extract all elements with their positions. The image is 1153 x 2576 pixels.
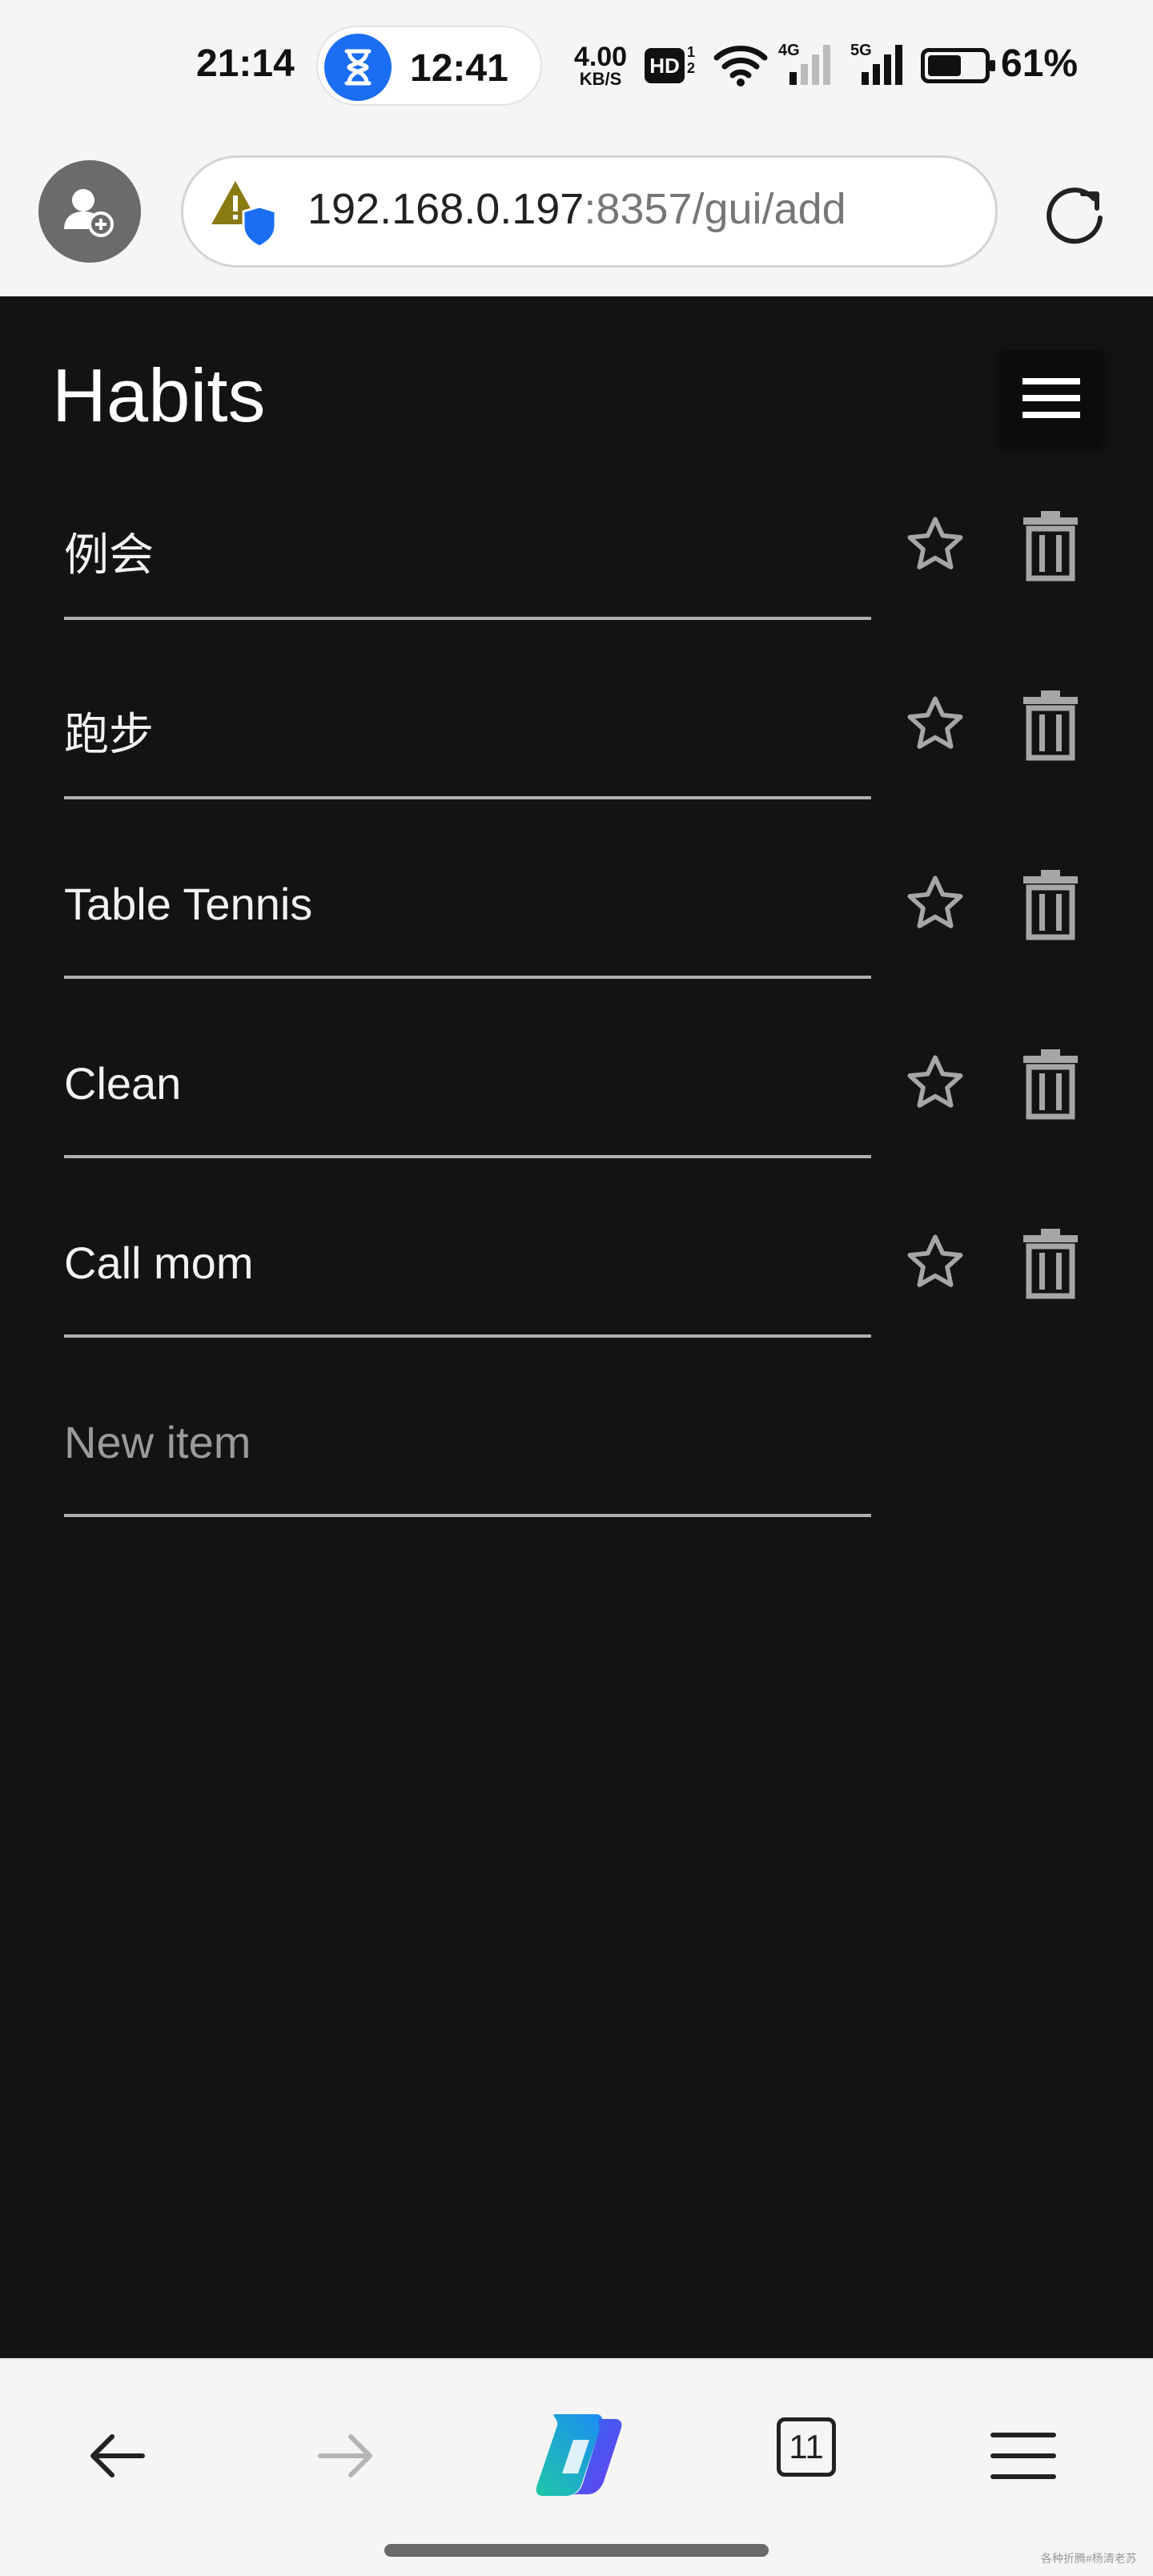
- watermark: 各种折腾#杨清老苏: [1041, 2552, 1137, 2565]
- new-item-input[interactable]: New item: [64, 1378, 871, 1517]
- star-icon: [907, 1055, 963, 1108]
- reload-button[interactable]: [1036, 176, 1113, 253]
- habit-label: 例会: [64, 529, 154, 580]
- hd-sim-top: 1: [687, 44, 696, 60]
- signal-sim1-icon: 4G: [777, 42, 833, 92]
- new-item-row: New item: [0, 1378, 1153, 1557]
- arrow-left-icon: [90, 2434, 145, 2477]
- copilot-button[interactable]: [525, 2408, 622, 2504]
- status-bar: 21:14 12:41 4.00 KB/S HD 1 2 4G 5G 61%: [0, 0, 1153, 136]
- habit-label: Call mom: [64, 1238, 254, 1288]
- page-title: Habits: [52, 353, 266, 437]
- favorite-button[interactable]: [903, 692, 967, 756]
- delete-button[interactable]: [1022, 509, 1079, 582]
- home-indicator[interactable]: [384, 2544, 769, 2557]
- signal-sim2-icon: 5G: [849, 42, 905, 92]
- browser-toolbar: 11: [0, 2358, 1153, 2576]
- forward-button[interactable]: [298, 2408, 394, 2504]
- habit-row: Call mom: [0, 1198, 1153, 1378]
- wifi-icon: [713, 42, 769, 91]
- hd-voice-icon: HD: [645, 48, 685, 83]
- sim1-network-type: 4G: [778, 42, 800, 59]
- reload-icon: [1047, 187, 1103, 244]
- network-speed-unit: KB/S: [579, 69, 622, 89]
- status-time: 21:14: [196, 42, 295, 85]
- habit-row: 例会: [0, 481, 1153, 660]
- arrow-right-icon: [318, 2434, 372, 2477]
- battery-icon: [921, 48, 995, 83]
- favorite-button[interactable]: [903, 1230, 967, 1294]
- copilot-icon: [536, 2414, 622, 2496]
- habit-label: 跑步: [64, 709, 154, 759]
- star-icon: [907, 517, 963, 570]
- habit-input[interactable]: Call mom: [64, 1198, 871, 1338]
- hd-sim-bottom: 2: [687, 59, 696, 76]
- favorite-button[interactable]: [903, 513, 967, 577]
- menu-icon: [990, 2433, 1056, 2479]
- profile-button[interactable]: [38, 160, 141, 263]
- habit-row: Table Tennis: [0, 839, 1153, 1019]
- browser-address-bar: 192.168.0.197:8357/gui/add: [0, 136, 1153, 296]
- hourglass-icon: [324, 34, 392, 101]
- habit-input[interactable]: 跑步: [64, 660, 871, 799]
- trash-icon: [1023, 690, 1078, 761]
- habit-input[interactable]: 例会: [64, 481, 871, 620]
- battery-percentage: 61%: [1001, 42, 1079, 85]
- habit-input[interactable]: Table Tennis: [64, 839, 871, 979]
- timer-pill[interactable]: 12:41: [316, 26, 542, 106]
- battery-level-fill: [928, 55, 961, 76]
- network-speed: 4.00 KB/S: [568, 43, 633, 88]
- favorite-button[interactable]: [903, 871, 967, 936]
- trash-icon: [1023, 870, 1078, 940]
- network-speed-value: 4.00: [573, 42, 628, 72]
- star-icon: [907, 696, 963, 749]
- hd-sim-index: 1 2: [687, 44, 696, 77]
- insecure-site-icon[interactable]: [210, 178, 282, 254]
- habit-input[interactable]: Clean: [64, 1019, 871, 1158]
- menu-line: [1022, 378, 1080, 384]
- battery-nub: [990, 60, 995, 71]
- url-text[interactable]: 192.168.0.197:8357/gui/add: [307, 184, 846, 234]
- hamburger-menu-button[interactable]: [999, 351, 1103, 445]
- tab-counter-button[interactable]: 11: [777, 2417, 836, 2477]
- add-profile-icon: [64, 189, 114, 237]
- back-button[interactable]: [69, 2408, 165, 2504]
- delete-button[interactable]: [1022, 1227, 1079, 1299]
- star-icon: [907, 1234, 963, 1287]
- delete-button[interactable]: [1022, 868, 1079, 940]
- habit-label: Clean: [64, 1058, 182, 1109]
- sim2-network-type: 5G: [850, 42, 872, 59]
- new-item-placeholder: New item: [64, 1417, 251, 1467]
- habit-label: Table Tennis: [64, 879, 313, 929]
- habit-list: 例会 跑步 Table Tennis Clean Call mom New it…: [0, 481, 1153, 1557]
- menu-line: [1022, 395, 1080, 401]
- habits-page: Habits 例会 跑步 Table Tennis Clean Call mom…: [0, 296, 1153, 2358]
- url-path: :8357/gui/add: [584, 185, 846, 233]
- delete-button[interactable]: [1022, 1048, 1079, 1120]
- favorite-button[interactable]: [903, 1051, 967, 1115]
- url-host: 192.168.0.197: [307, 185, 585, 233]
- delete-button[interactable]: [1022, 689, 1079, 761]
- timer-text: 12:41: [410, 47, 508, 90]
- trash-icon: [1023, 1049, 1078, 1120]
- menu-line: [1022, 412, 1080, 418]
- trash-icon: [1023, 1229, 1078, 1299]
- habit-row: 跑步: [0, 660, 1153, 839]
- browser-menu-button[interactable]: [975, 2408, 1071, 2504]
- trash-icon: [1023, 511, 1078, 582]
- habit-row: Clean: [0, 1019, 1153, 1198]
- star-icon: [907, 875, 963, 928]
